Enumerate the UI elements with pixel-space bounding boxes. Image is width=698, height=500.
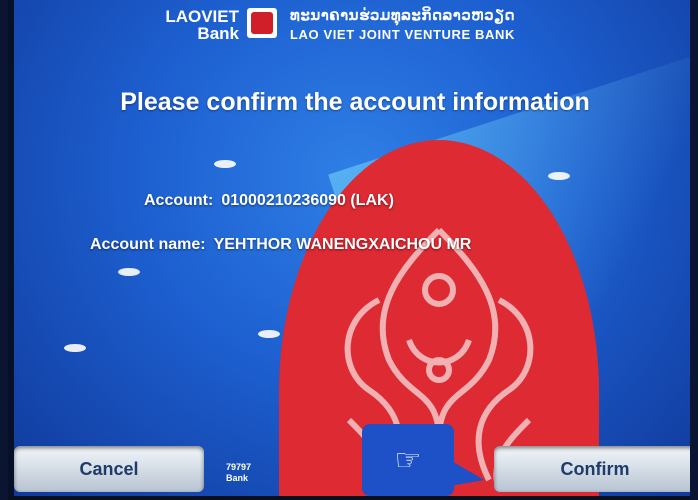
bank-name-line1: LAOVIET [165,7,239,26]
bank-logo-text: LAOVIET Bank [144,8,239,42]
footer-fragment-line1: 79797 [226,462,252,472]
decorative-dot [258,330,280,338]
atm-screen: LAOVIET Bank ທະນາຄານຮ່ວມທຸລະກິດລາວຫວຽດ L… [8,0,698,496]
atm-frame-right [690,0,698,500]
account-value: 01000210236090 (LAK) [221,192,394,209]
cancel-button[interactable]: Cancel [14,446,204,492]
account-name-value: YEHTHOR WANENGXAICHOU MR [213,236,472,253]
decorative-dot [548,172,570,180]
decorative-dot [118,268,140,276]
bank-logo-icon [247,8,277,38]
hand-pointing-icon: ☞ [394,443,422,477]
bank-name-lao: ທະນາຄານຮ່ວມທຸລະກິດລາວຫວຽດ [290,7,516,24]
bank-name-line2: Bank [197,24,239,43]
decorative-dot [64,344,86,352]
bank-full-name: LAO VIET JOINT VENTURE BANK [290,27,515,42]
decorative-dot [214,160,236,168]
account-label: Account: [144,192,214,209]
account-name-row: Account name: YEHTHOR WANENGXAICHOU MR [90,236,471,254]
footer-fragment: 79797 Bank [226,462,251,484]
footer-fragment-line2: Bank [226,473,249,483]
account-row: Account: 01000210236090 (LAK) [144,192,394,210]
account-name-label: Account name: [90,236,206,253]
atm-frame-left [0,0,8,500]
page-title: Please confirm the account information [120,88,590,116]
pointer-hint: ☞ [362,424,484,496]
bank-header: LAOVIET Bank ທະນາຄານຮ່ວມທຸລະກິດລາວຫວຽດ L… [14,0,696,52]
confirm-button[interactable]: Confirm [494,446,696,492]
